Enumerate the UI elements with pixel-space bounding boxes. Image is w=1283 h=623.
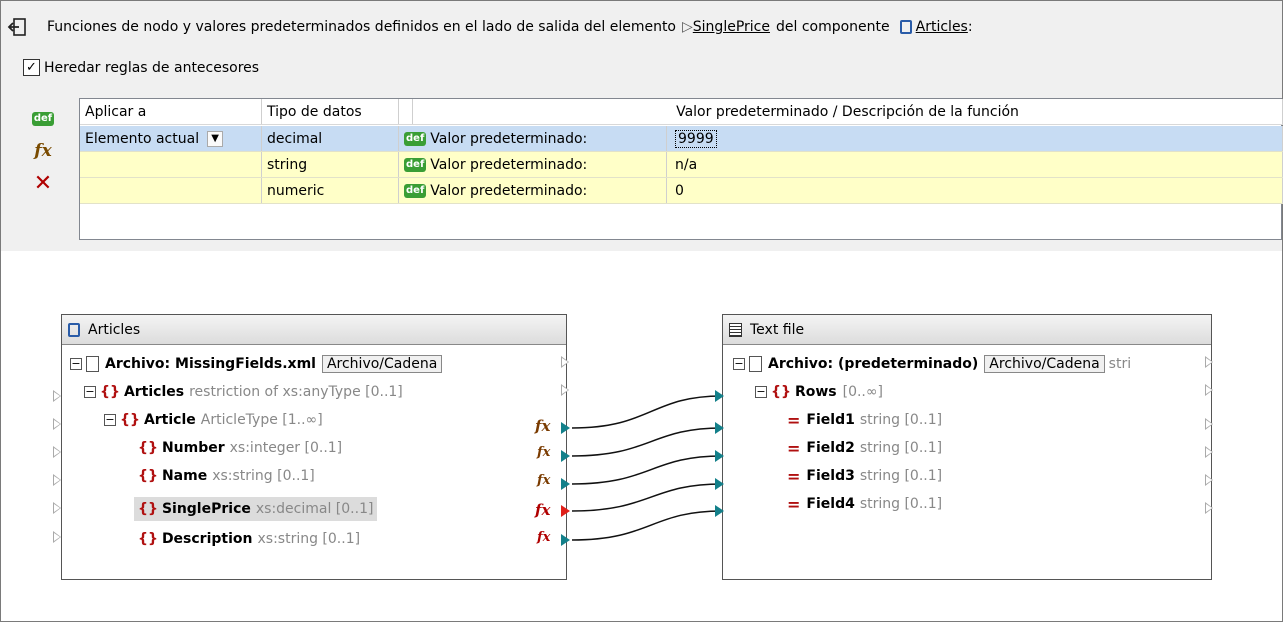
- component-title: Articles: [88, 321, 141, 338]
- output-port-connected[interactable]: [561, 478, 570, 490]
- node-type: string [0..1]: [859, 468, 943, 484]
- function-icon[interactable]: fx: [537, 445, 550, 460]
- input-port-connected[interactable]: [715, 505, 724, 517]
- node-name: Field1: [806, 412, 855, 428]
- output-port[interactable]: [561, 384, 569, 396]
- text-file-component[interactable]: Text file − Archivo: (predeterminado) Ar…: [722, 314, 1212, 580]
- node-name: Article: [143, 412, 196, 428]
- input-port[interactable]: [53, 474, 61, 486]
- element-icon: {}: [138, 531, 158, 547]
- file-label: Archivo: (predeterminado): [768, 356, 979, 372]
- tree-node[interactable]: − {} Articles restriction of xs:anyType …: [84, 379, 403, 405]
- node-name: Field4: [806, 496, 855, 512]
- output-port[interactable]: [1205, 446, 1213, 458]
- collapse-icon[interactable]: −: [755, 386, 767, 398]
- tree-node[interactable]: − {} Article ArticleType [1..∞]: [104, 407, 323, 433]
- tree-node[interactable]: − {} Rows [0..∞]: [755, 379, 883, 405]
- tree-node[interactable]: = Field1 string [0..1]: [787, 407, 942, 433]
- input-port-connected[interactable]: [715, 478, 724, 490]
- file-icon: [749, 356, 762, 372]
- tree-node[interactable]: {} Name xs:string [0..1]: [138, 463, 315, 489]
- node-type: string [0..1]: [859, 440, 943, 456]
- tree-node[interactable]: = Field4 string [0..1]: [787, 491, 942, 517]
- tree-node[interactable]: {} Description xs:string [0..1]: [138, 526, 360, 552]
- input-port[interactable]: [53, 418, 61, 430]
- input-port[interactable]: [53, 446, 61, 458]
- input-port-connected[interactable]: [715, 422, 724, 434]
- file-string-chip[interactable]: Archivo/Cadena: [984, 355, 1105, 373]
- output-port[interactable]: [1205, 418, 1213, 430]
- output-port-connected[interactable]: [561, 450, 570, 462]
- input-port[interactable]: [53, 502, 61, 514]
- collapse-icon[interactable]: −: [733, 358, 745, 370]
- input-port[interactable]: [53, 390, 61, 402]
- file-label: Archivo: MissingFields.xml: [105, 356, 316, 372]
- output-port[interactable]: [561, 356, 569, 368]
- collapse-icon[interactable]: −: [104, 414, 116, 426]
- input-port-connected[interactable]: [715, 450, 724, 462]
- node-type: xs:integer [0..1]: [229, 440, 343, 456]
- element-icon: {}: [138, 501, 158, 517]
- node-type: [0..∞]: [842, 384, 884, 400]
- node-name: Name: [161, 468, 208, 484]
- collapse-icon[interactable]: −: [84, 386, 96, 398]
- output-port-selected[interactable]: [561, 505, 570, 517]
- input-port[interactable]: [53, 531, 61, 543]
- node-type: xs:string [0..1]: [212, 468, 315, 484]
- function-icon[interactable]: fx: [537, 473, 550, 488]
- node-type: restriction of xs:anyType [0..1]: [189, 384, 403, 400]
- node-name: Articles: [123, 384, 185, 400]
- node-name: Field3: [806, 468, 855, 484]
- component-title-bar[interactable]: Text file: [723, 315, 1211, 345]
- mapping-window: Funciones de nodo y valores predetermina…: [0, 0, 1283, 622]
- node-name: Number: [161, 440, 225, 456]
- component-title: Text file: [750, 321, 805, 338]
- field-icon: =: [787, 438, 801, 458]
- function-icon[interactable]: fx: [537, 530, 550, 545]
- tree-node[interactable]: = Field2 string [0..1]: [787, 435, 942, 461]
- node-type: xs:decimal [0..1]: [255, 501, 374, 517]
- output-port[interactable]: [1205, 502, 1213, 514]
- text-file-icon: [729, 322, 742, 337]
- field-icon: =: [787, 466, 801, 486]
- output-port[interactable]: [1205, 474, 1213, 486]
- file-icon: [86, 356, 99, 372]
- element-icon: {}: [771, 384, 791, 400]
- output-port-connected[interactable]: [561, 534, 570, 546]
- element-icon: {}: [138, 440, 158, 456]
- node-type: ArticleType [1..∞]: [200, 412, 323, 428]
- field-icon: =: [787, 494, 801, 514]
- node-type: string [0..1]: [859, 412, 943, 428]
- node-type: string [0..1]: [859, 496, 943, 512]
- node-name: Field2: [806, 440, 855, 456]
- node-name: Description: [161, 531, 253, 547]
- element-icon: {}: [120, 412, 140, 428]
- function-icon[interactable]: fx: [535, 417, 550, 435]
- field-icon: =: [787, 410, 801, 430]
- node-name: SinglePrice: [161, 501, 251, 517]
- articles-component[interactable]: Articles − Archivo: MissingFields.xml Ar…: [61, 314, 567, 580]
- file-row[interactable]: − Archivo: (predeterminado) Archivo/Cade…: [733, 351, 1131, 377]
- output-port[interactable]: [1205, 356, 1213, 368]
- input-port-connected[interactable]: [715, 390, 724, 402]
- output-port-connected[interactable]: [561, 422, 570, 434]
- file-string-chip[interactable]: Archivo/Cadena: [321, 355, 443, 373]
- collapse-icon[interactable]: −: [70, 358, 82, 370]
- node-type: xs:string [0..1]: [257, 531, 361, 547]
- tree-node[interactable]: = Field3 string [0..1]: [787, 463, 942, 489]
- node-name: Rows: [794, 384, 837, 400]
- tree-node[interactable]: {} Number xs:integer [0..1]: [138, 435, 342, 461]
- function-icon-active[interactable]: fx: [535, 501, 550, 519]
- tree-node-selected[interactable]: {} SinglePrice xs:decimal [0..1]: [134, 497, 378, 521]
- output-port[interactable]: [1205, 384, 1213, 396]
- element-icon: {}: [100, 384, 120, 400]
- xml-component-icon: [68, 322, 80, 337]
- file-row[interactable]: − Archivo: MissingFields.xml Archivo/Cad…: [70, 351, 443, 377]
- file-type-suffix: stri: [1108, 356, 1132, 372]
- element-icon: {}: [138, 468, 158, 484]
- component-title-bar[interactable]: Articles: [62, 315, 566, 345]
